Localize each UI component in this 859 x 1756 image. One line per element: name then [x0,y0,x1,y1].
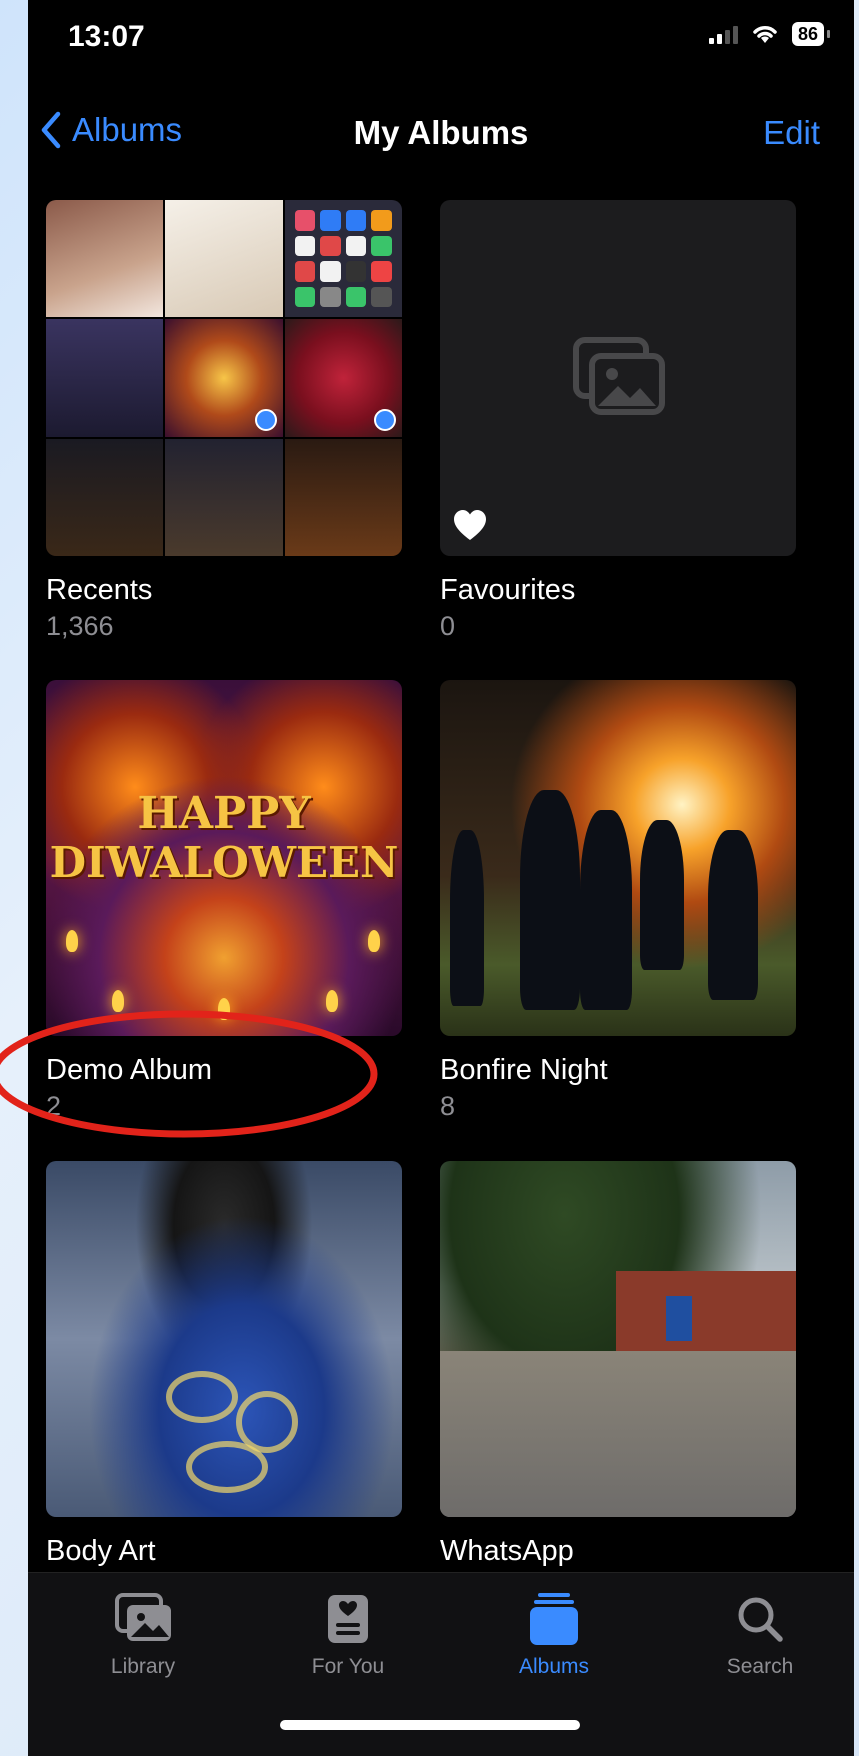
library-icon [115,1593,171,1641]
diya-lamp [66,930,78,952]
navigation-bar: Albums My Albums Edit [28,100,854,160]
painted-swirl [166,1371,238,1423]
album-thumbnail [440,200,796,556]
photo-tile [165,319,283,437]
status-time: 13:07 [68,20,145,53]
artwork-text: DIWALOWEEN [49,838,399,887]
battery-icon: 86 [791,22,831,46]
tab-for-you[interactable]: For You [278,1591,418,1679]
album-thumbnail [46,200,402,556]
photo-tile [165,438,283,556]
edit-button[interactable]: Edit [763,114,820,152]
heart-icon [454,510,486,540]
diya-lamp [368,930,380,952]
shared-badge-icon [374,408,396,431]
silhouette [580,810,632,1010]
search-icon [738,1597,783,1642]
album-bonfire-night[interactable]: Bonfire Night 8 [440,680,796,1122]
tab-label: Search [726,1655,794,1678]
album-count: 0 [440,611,456,641]
tab-label: For You [311,1655,385,1678]
album-whatsapp[interactable]: WhatsApp [440,1161,796,1568]
artwork-text: HAPPY [137,788,311,839]
silhouette [520,790,580,1010]
painted-swirl [186,1441,268,1493]
photo-tile [284,200,402,318]
album-title: Bonfire Night [440,1054,608,1086]
home-indicator[interactable] [280,1720,580,1730]
silhouette [640,820,684,970]
album-title: Demo Album [46,1054,213,1086]
album-count: 2 [46,1091,62,1121]
photo-tile [46,438,164,556]
album-body-art[interactable]: Body Art [46,1161,402,1568]
shared-badge-icon [254,408,277,431]
album-demo-album[interactable]: HAPPY DIWALOWEEN Demo Album 2 [46,680,402,1122]
for-you-icon [328,1595,368,1643]
status-indicators: 86 [708,22,831,46]
wifi-icon [753,26,777,43]
diya-lamp [112,990,124,1012]
album-thumbnail [46,1161,402,1517]
album-count: 8 [440,1091,456,1121]
pavement [440,1351,796,1517]
album-favourites[interactable]: Favourites 0 [440,200,796,642]
album-title: WhatsApp [440,1535,574,1567]
cellular-signal-icon [708,24,738,44]
diya-lamp [218,998,230,1020]
photo-tile [165,200,283,318]
phone-screen: 13:07 86 Albums My Albums Edit Recents 1… [28,0,854,1756]
status-bar: 13:07 86 [28,0,854,80]
photos-placeholder-icon [573,337,665,415]
album-thumbnail: HAPPY DIWALOWEEN [46,680,402,1036]
tab-label: Albums [518,1655,590,1678]
album-title: Body Art [46,1535,156,1567]
album-count: 1,366 [46,611,114,641]
album-title: Favourites [440,574,576,606]
tab-search[interactable]: Search [690,1591,830,1679]
silhouette [708,830,758,1000]
tab-label: Library [110,1655,176,1678]
photo-tile [284,438,402,556]
album-thumbnail [440,1161,796,1517]
page-title: My Albums [353,114,529,151]
silhouette [450,830,484,1006]
diya-lamp [326,990,338,1012]
album-recents[interactable]: Recents 1,366 [46,200,402,642]
photo-tile [46,200,164,318]
door [666,1296,692,1341]
album-title: Recents [46,574,153,606]
photo-tile [284,319,402,437]
photo-tile [46,319,164,437]
tab-library[interactable]: Library [73,1591,213,1679]
tab-albums[interactable]: Albums [484,1591,624,1679]
album-thumbnail [440,680,796,1036]
albums-icon [530,1593,578,1645]
